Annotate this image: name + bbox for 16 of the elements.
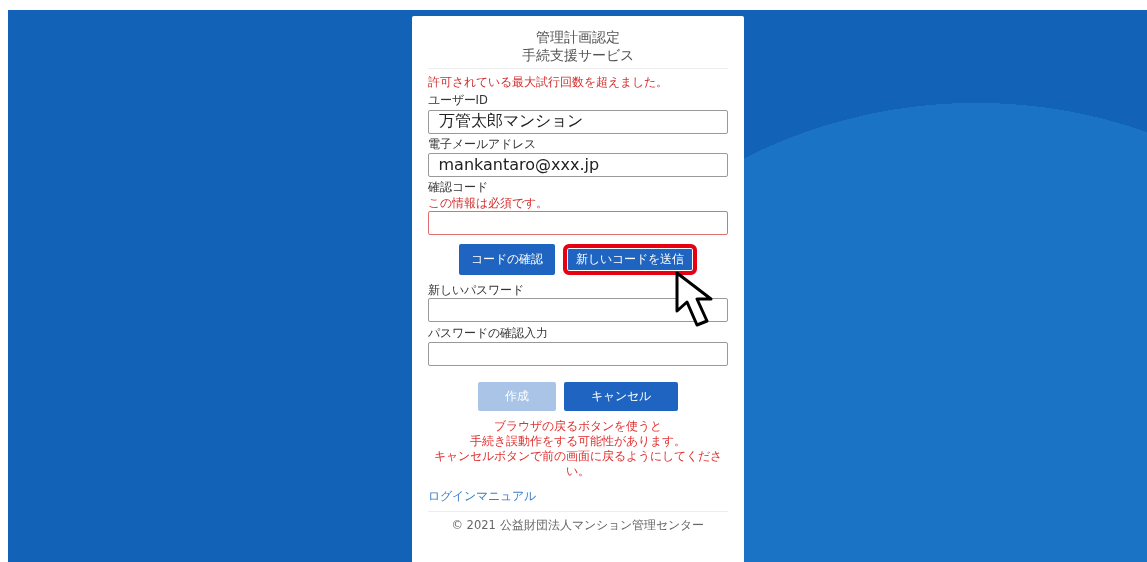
field-label: ユーザーID <box>427 93 489 109</box>
button[interactable]: キャンセル <box>563 382 678 412</box>
manual-link[interactable]: ログインマニュアル <box>427 489 536 504</box>
warning-message: ブラウザの戻るボタンを使うと 手続き誤動作をする可能性があります。 キャンセルボタンで前の画面に戻るようにしてください。 <box>432 419 723 480</box>
page-title: 管理計画認定 手続支援サービス <box>427 20 728 70</box>
field-label: 電子メールアドレス <box>427 136 537 152</box>
button[interactable]: 新しいコードを送信 <box>562 243 697 275</box>
field-label: パスワードの確認入力 <box>427 325 549 341</box>
input-field[interactable]: 万管太郎マンション <box>427 109 728 134</box>
field-error: この情報は必須です。 <box>427 196 549 212</box>
field-label: 確認コード <box>427 180 489 196</box>
input-field[interactable]: mankantaro@xxx.jp <box>427 152 728 177</box>
error-message: 許可されている最大試行回数を超えました。 <box>427 75 669 91</box>
copyright-text: © 2021 公益財団法人マンション管理センター <box>427 511 728 535</box>
button[interactable]: コードの確認 <box>458 243 555 275</box>
field-label: 新しいパスワード <box>427 282 525 298</box>
